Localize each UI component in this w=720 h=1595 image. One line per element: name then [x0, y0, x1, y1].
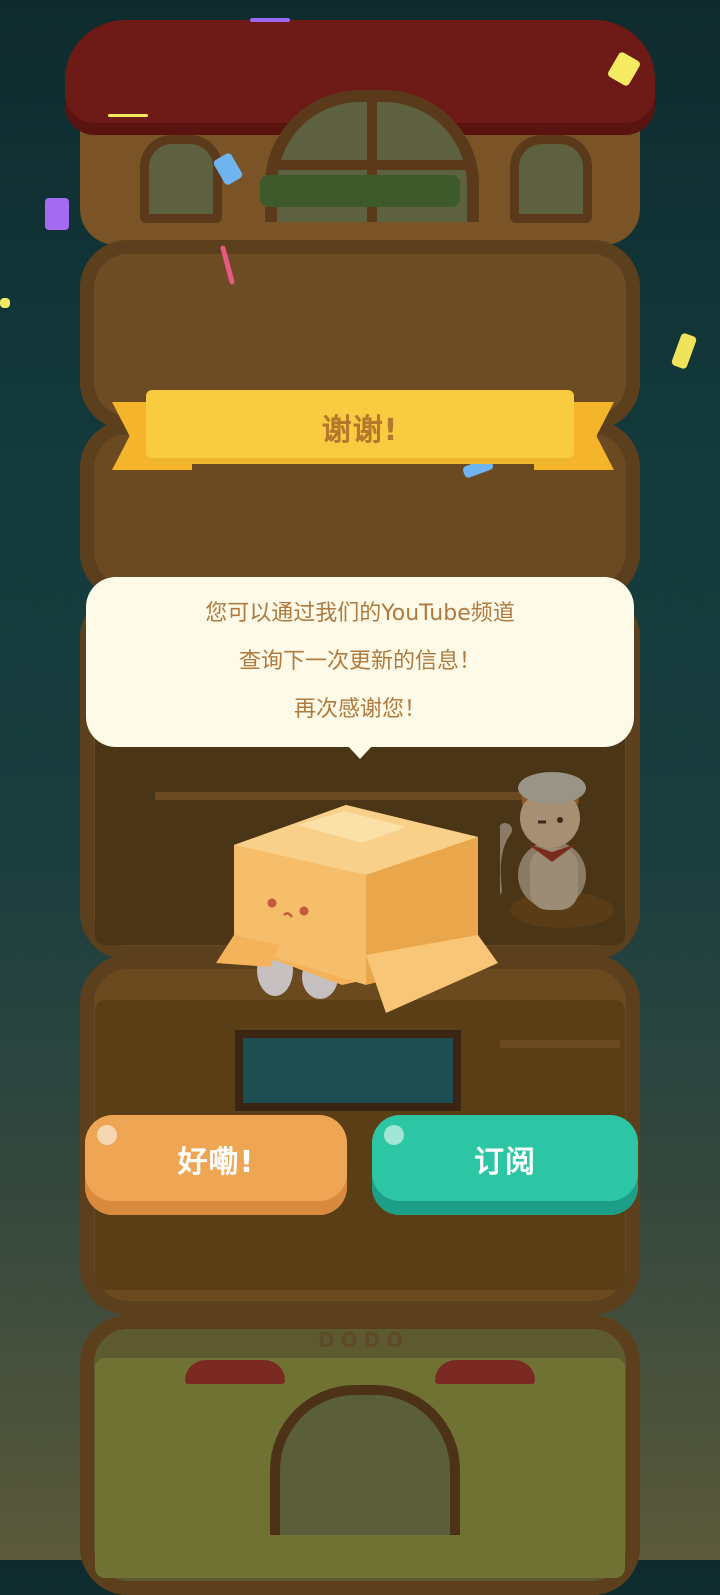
game-scene: DODO 谢谢! 您可以通过我们的YouTube频道 查询下一次更新的信息！ 再… — [0, 0, 720, 1595]
hanging-lamp-right — [435, 1360, 535, 1384]
window-planter — [260, 175, 460, 207]
music-shelf — [500, 1040, 620, 1048]
confetti-piece — [108, 114, 148, 117]
chef-cat-icon — [500, 772, 614, 928]
ok-button[interactable]: 好嘞! — [85, 1115, 347, 1215]
cardboard-box-creature-icon — [216, 805, 498, 1013]
confetti-piece — [0, 298, 10, 308]
message-line-1: 您可以通过我们的YouTube频道 — [205, 601, 515, 626]
subscribe-button[interactable]: 订阅 — [372, 1115, 638, 1215]
message-line-2: 查询下一次更新的信息！ — [238, 649, 481, 674]
button-shine — [97, 1125, 117, 1145]
thank-you-banner: 谢谢! — [110, 390, 614, 480]
garden-arch-window — [270, 1385, 460, 1535]
banner-plate: 谢谢! — [146, 390, 574, 464]
speech-bubble: 您可以通过我们的YouTube频道 查询下一次更新的信息！ 再次感谢您！ — [86, 577, 634, 747]
confetti-piece — [670, 332, 698, 370]
banner-title: 谢谢! — [321, 413, 399, 448]
confetti-piece — [45, 198, 69, 230]
ok-button-label: 好嘞! — [177, 1145, 255, 1180]
button-shine — [384, 1125, 404, 1145]
message-line-3: 再次感谢您！ — [293, 697, 426, 722]
hanging-lamp-left — [185, 1360, 285, 1384]
subscribe-button-label: 订阅 — [474, 1145, 536, 1180]
music-room-window — [235, 1030, 461, 1111]
attic-right-window — [510, 135, 592, 223]
speech-bubble-tail — [347, 745, 373, 759]
confetti-piece — [250, 18, 290, 22]
attic-left-window — [140, 135, 222, 223]
house-sign: DODO — [318, 1328, 410, 1352]
